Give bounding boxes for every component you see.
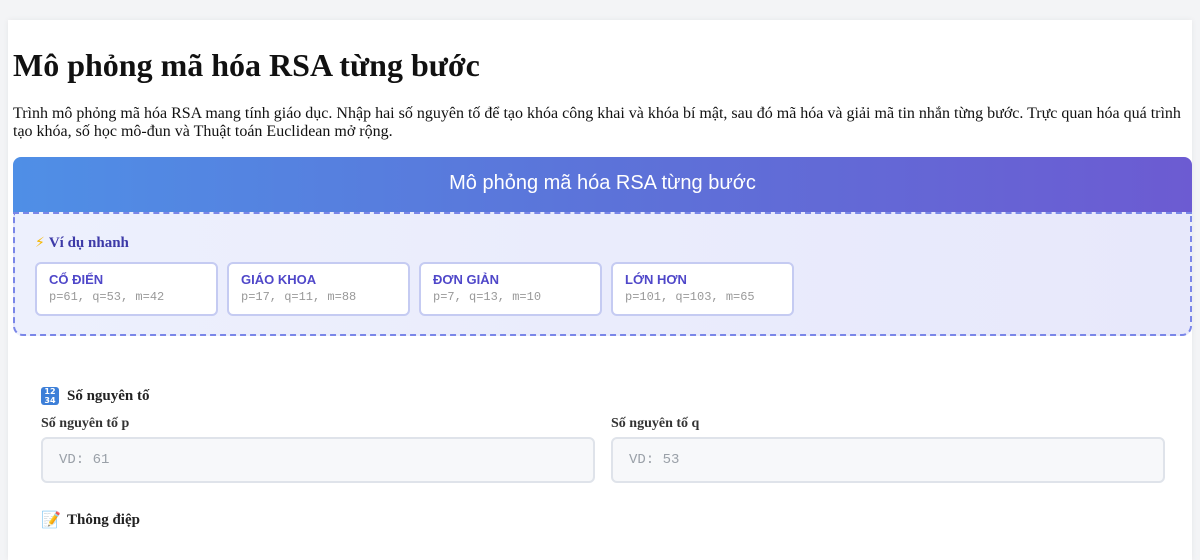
quick-examples-label: Ví dụ nhanh bbox=[48, 235, 129, 251]
example-params: p=101, q=103, m=65 bbox=[625, 290, 755, 304]
numbers-icon: 12 34 bbox=[41, 387, 59, 405]
rsa-simulator: Mô phỏng mã hóa RSA từng bước ⚡ Ví dụ nha… bbox=[13, 157, 1192, 336]
quick-examples-panel: ⚡ Ví dụ nhanh CỔ ĐIỂN p=61, q=53, m=42 GI… bbox=[13, 212, 1192, 336]
prime-q-field: Số nguyên tố q bbox=[611, 416, 699, 432]
message-section: 📝 Thông điệp bbox=[41, 510, 140, 530]
prime-q-input[interactable] bbox=[611, 437, 1165, 483]
example-name: LỚN HƠN bbox=[625, 272, 687, 287]
page-description: Trình mô phỏng mã hóa RSA mang tính giáo… bbox=[13, 105, 1181, 140]
example-button-simple[interactable]: ĐƠN GIẢN p=7, q=13, m=10 bbox=[419, 262, 602, 316]
example-button-larger[interactable]: LỚN HƠN p=101, q=103, m=65 bbox=[611, 262, 794, 316]
example-list: CỔ ĐIỂN p=61, q=53, m=42 GIÁO KHOA p=17,… bbox=[35, 262, 1190, 316]
message-title: 📝 Thông điệp bbox=[41, 510, 140, 530]
quick-examples-title: ⚡ Ví dụ nhanh bbox=[35, 234, 1190, 252]
primes-section: 12 34 Số nguyên tố bbox=[41, 386, 150, 406]
example-params: p=7, q=13, m=10 bbox=[433, 290, 542, 304]
memo-icon: 📝 bbox=[41, 510, 61, 529]
example-name: GIÁO KHOA bbox=[241, 272, 317, 287]
example-name: ĐƠN GIẢN bbox=[433, 272, 499, 287]
example-button-textbook[interactable]: GIÁO KHOA p=17, q=11, m=88 bbox=[227, 262, 410, 316]
example-params: p=61, q=53, m=42 bbox=[49, 290, 165, 304]
simulator-header: Mô phỏng mã hóa RSA từng bước bbox=[13, 157, 1192, 212]
page-container: Mô phỏng mã hóa RSA từng bước Trình mô p… bbox=[8, 20, 1192, 560]
lightning-icon: ⚡ bbox=[35, 235, 45, 251]
example-name: CỔ ĐIỂN bbox=[49, 272, 104, 287]
message-title-label: Thông điệp bbox=[67, 512, 140, 528]
prime-p-label: Số nguyên tố p bbox=[41, 416, 130, 431]
example-button-classic[interactable]: CỔ ĐIỂN p=61, q=53, m=42 bbox=[35, 262, 218, 316]
prime-p-field: Số nguyên tố p bbox=[41, 416, 129, 432]
page-title: Mô phỏng mã hóa RSA từng bước bbox=[13, 47, 480, 83]
prime-p-input[interactable] bbox=[41, 437, 595, 483]
primes-title-label: Số nguyên tố bbox=[67, 388, 150, 404]
prime-q-label: Số nguyên tố q bbox=[611, 416, 700, 431]
primes-title: 12 34 Số nguyên tố bbox=[41, 386, 150, 406]
example-params: p=17, q=11, m=88 bbox=[241, 290, 357, 304]
